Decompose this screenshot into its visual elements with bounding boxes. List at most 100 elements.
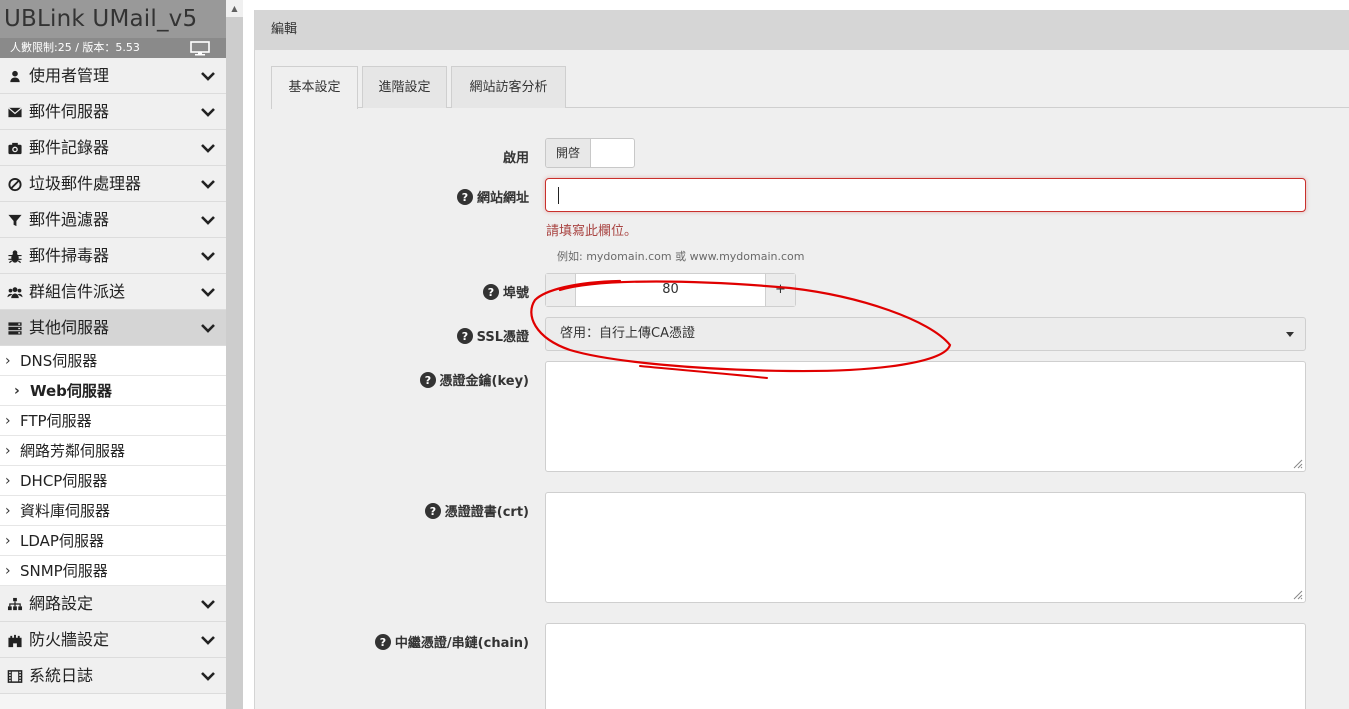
toggle-on-label: 開啓 xyxy=(546,139,591,167)
question-icon[interactable]: ? xyxy=(419,371,436,388)
sidebar-subitem[interactable]: › LDAP伺服器 xyxy=(0,526,226,556)
chevron-right-icon: › xyxy=(5,533,11,549)
envelope-icon xyxy=(8,107,22,118)
chevron-down-icon[interactable] xyxy=(200,323,216,333)
sidebar-subitem-label: DHCP伺服器 xyxy=(20,472,108,490)
port-value[interactable]: 80 xyxy=(576,274,765,306)
resize-grip-icon[interactable] xyxy=(1291,588,1303,600)
svg-text:?: ? xyxy=(424,374,430,387)
panel-heading: 編輯 xyxy=(255,10,1349,50)
enable-toggle[interactable]: 開啓 xyxy=(545,138,635,168)
sidebar-item[interactable]: 系統日誌 xyxy=(0,658,226,694)
question-icon[interactable]: ? xyxy=(456,327,473,344)
sidebar-item-label: 其他伺服器 xyxy=(29,318,110,337)
tab-basic-settings[interactable]: 基本設定 xyxy=(271,66,358,109)
cert-chain-label: ? 中繼憑證/串鏈(chain) xyxy=(374,632,529,651)
chevron-down-icon[interactable] xyxy=(200,143,216,153)
sidebar-item[interactable]: 郵件過濾器 xyxy=(0,202,226,238)
sidebar-subitem[interactable]: › SNMP伺服器 xyxy=(0,556,226,586)
tab-visitor-analytics[interactable]: 網站訪客分析 xyxy=(451,66,566,108)
sidebar-subitem-label: 資料庫伺服器 xyxy=(20,502,111,520)
sidebar-item-label: 群組信件派送 xyxy=(29,282,126,301)
chevron-down-icon[interactable] xyxy=(200,107,216,117)
ssl-selected-value: 啓用：自行上傳CA憑證 xyxy=(560,326,695,341)
chevron-down-icon[interactable] xyxy=(200,179,216,189)
sidebar-scrollbar[interactable]: ▲ xyxy=(226,0,243,709)
sidebar-item[interactable]: 群組信件派送 xyxy=(0,274,226,310)
brand-subtitle: 人數限制:25 / 版本：5.53 xyxy=(0,38,226,58)
sidebar-subitem-label: Web伺服器 xyxy=(30,382,112,400)
chevron-right-icon: › xyxy=(14,383,20,399)
scroll-up-arrow-icon[interactable]: ▲ xyxy=(226,0,243,17)
sidebar: UBLink UMail_v5 人數限制:25 / 版本：5.53 使用者管理郵… xyxy=(0,0,226,709)
chevron-right-icon: › xyxy=(5,353,11,369)
chevron-right-icon: › xyxy=(5,413,11,429)
sidebar-item[interactable]: 郵件伺服器 xyxy=(0,94,226,130)
user-icon xyxy=(10,70,20,83)
port-label: ? 埠號 xyxy=(482,282,529,301)
sidebar-subitem-label: 網路芳鄰伺服器 xyxy=(20,442,126,460)
site-url-hint: 例如: mydomain.com 或 www.mydomain.com xyxy=(557,250,805,263)
brand-title: UBLink UMail_v5 xyxy=(0,0,226,38)
svg-text:?: ? xyxy=(461,330,467,343)
chevron-down-icon[interactable] xyxy=(200,71,216,81)
question-icon[interactable]: ? xyxy=(482,283,499,300)
filter-icon xyxy=(8,214,22,227)
question-icon[interactable]: ? xyxy=(374,633,391,650)
cert-crt-textarea[interactable] xyxy=(545,492,1306,603)
cert-crt-label: ? 憑證證書(crt) xyxy=(424,501,529,520)
sidebar-item-label: 網路設定 xyxy=(29,594,94,613)
sidebar-item[interactable]: 郵件記錄器 xyxy=(0,130,226,166)
monitor-icon[interactable] xyxy=(190,41,210,56)
license-info: 人數限制:25 / 版本：5.53 xyxy=(10,41,140,54)
sidebar-item-label: 郵件記錄器 xyxy=(29,138,110,157)
cert-key-textarea[interactable] xyxy=(545,361,1306,472)
port-increment-button[interactable]: + xyxy=(765,274,795,306)
svg-text:?: ? xyxy=(380,636,386,649)
sidebar-item[interactable]: 使用者管理 xyxy=(0,58,226,94)
ban-icon xyxy=(8,177,22,192)
chevron-right-icon: › xyxy=(5,443,11,459)
enable-label: 啟用 xyxy=(502,151,529,166)
site-url-input[interactable] xyxy=(545,178,1306,212)
sidebar-subitem[interactable]: › DNS伺服器 xyxy=(0,346,226,376)
chevron-right-icon: › xyxy=(5,473,11,489)
chevron-down-icon[interactable] xyxy=(200,671,216,681)
sidebar-subitem[interactable]: › 資料庫伺服器 xyxy=(0,496,226,526)
resize-grip-icon[interactable] xyxy=(1291,457,1303,469)
cert-chain-textarea[interactable] xyxy=(545,623,1306,709)
sidebar-item-label: 系統日誌 xyxy=(29,666,94,685)
sidebar-subitem[interactable]: › 網路芳鄰伺服器 xyxy=(0,436,226,466)
sidebar-item[interactable]: 其他伺服器 xyxy=(0,310,226,346)
chevron-down-icon[interactable] xyxy=(200,287,216,297)
port-stepper: - 80 + xyxy=(545,273,796,307)
sidebar-subitem[interactable]: › Web伺服器 xyxy=(0,376,226,406)
svg-text:?: ? xyxy=(462,191,468,204)
text-cursor xyxy=(558,187,559,204)
sidebar-subitem[interactable]: › FTP伺服器 xyxy=(0,406,226,436)
sidebar-item[interactable]: 網路設定 xyxy=(0,586,226,622)
sidebar-item[interactable]: 郵件掃毒器 xyxy=(0,238,226,274)
chevron-down-icon[interactable] xyxy=(200,215,216,225)
sidebar-item[interactable]: 垃圾郵件處理器 xyxy=(0,166,226,202)
ssl-select[interactable]: 啓用：自行上傳CA憑證 xyxy=(545,317,1306,351)
question-icon[interactable]: ? xyxy=(424,502,441,519)
bug-icon xyxy=(8,250,22,264)
fort-icon xyxy=(8,634,22,648)
sidebar-item-label: 郵件掃毒器 xyxy=(29,246,110,265)
sidebar-item[interactable]: 防火牆設定 xyxy=(0,622,226,658)
scroll-track[interactable] xyxy=(226,17,243,709)
chevron-down-icon[interactable] xyxy=(200,251,216,261)
sidebar-subitem[interactable]: › DHCP伺服器 xyxy=(0,466,226,496)
site-url-label: ? 網站網址 xyxy=(456,187,529,206)
tab-advanced-settings[interactable]: 進階設定 xyxy=(362,66,447,108)
chevron-down-icon[interactable] xyxy=(200,635,216,645)
edit-panel: 編輯 基本設定 進階設定 網站訪客分析 啟用 開啓 ? 網站網址 請填寫此欄位。… xyxy=(254,10,1349,709)
sidebar-item-label: 垃圾郵件處理器 xyxy=(29,174,142,193)
port-decrement-button[interactable]: - xyxy=(546,274,576,306)
sidebar-subitem-label: DNS伺服器 xyxy=(20,352,98,370)
chevron-down-icon[interactable] xyxy=(200,599,216,609)
question-icon[interactable]: ? xyxy=(456,188,473,205)
chevron-right-icon: › xyxy=(5,563,11,579)
tab-bar: 基本設定 進階設定 網站訪客分析 xyxy=(271,66,1349,109)
